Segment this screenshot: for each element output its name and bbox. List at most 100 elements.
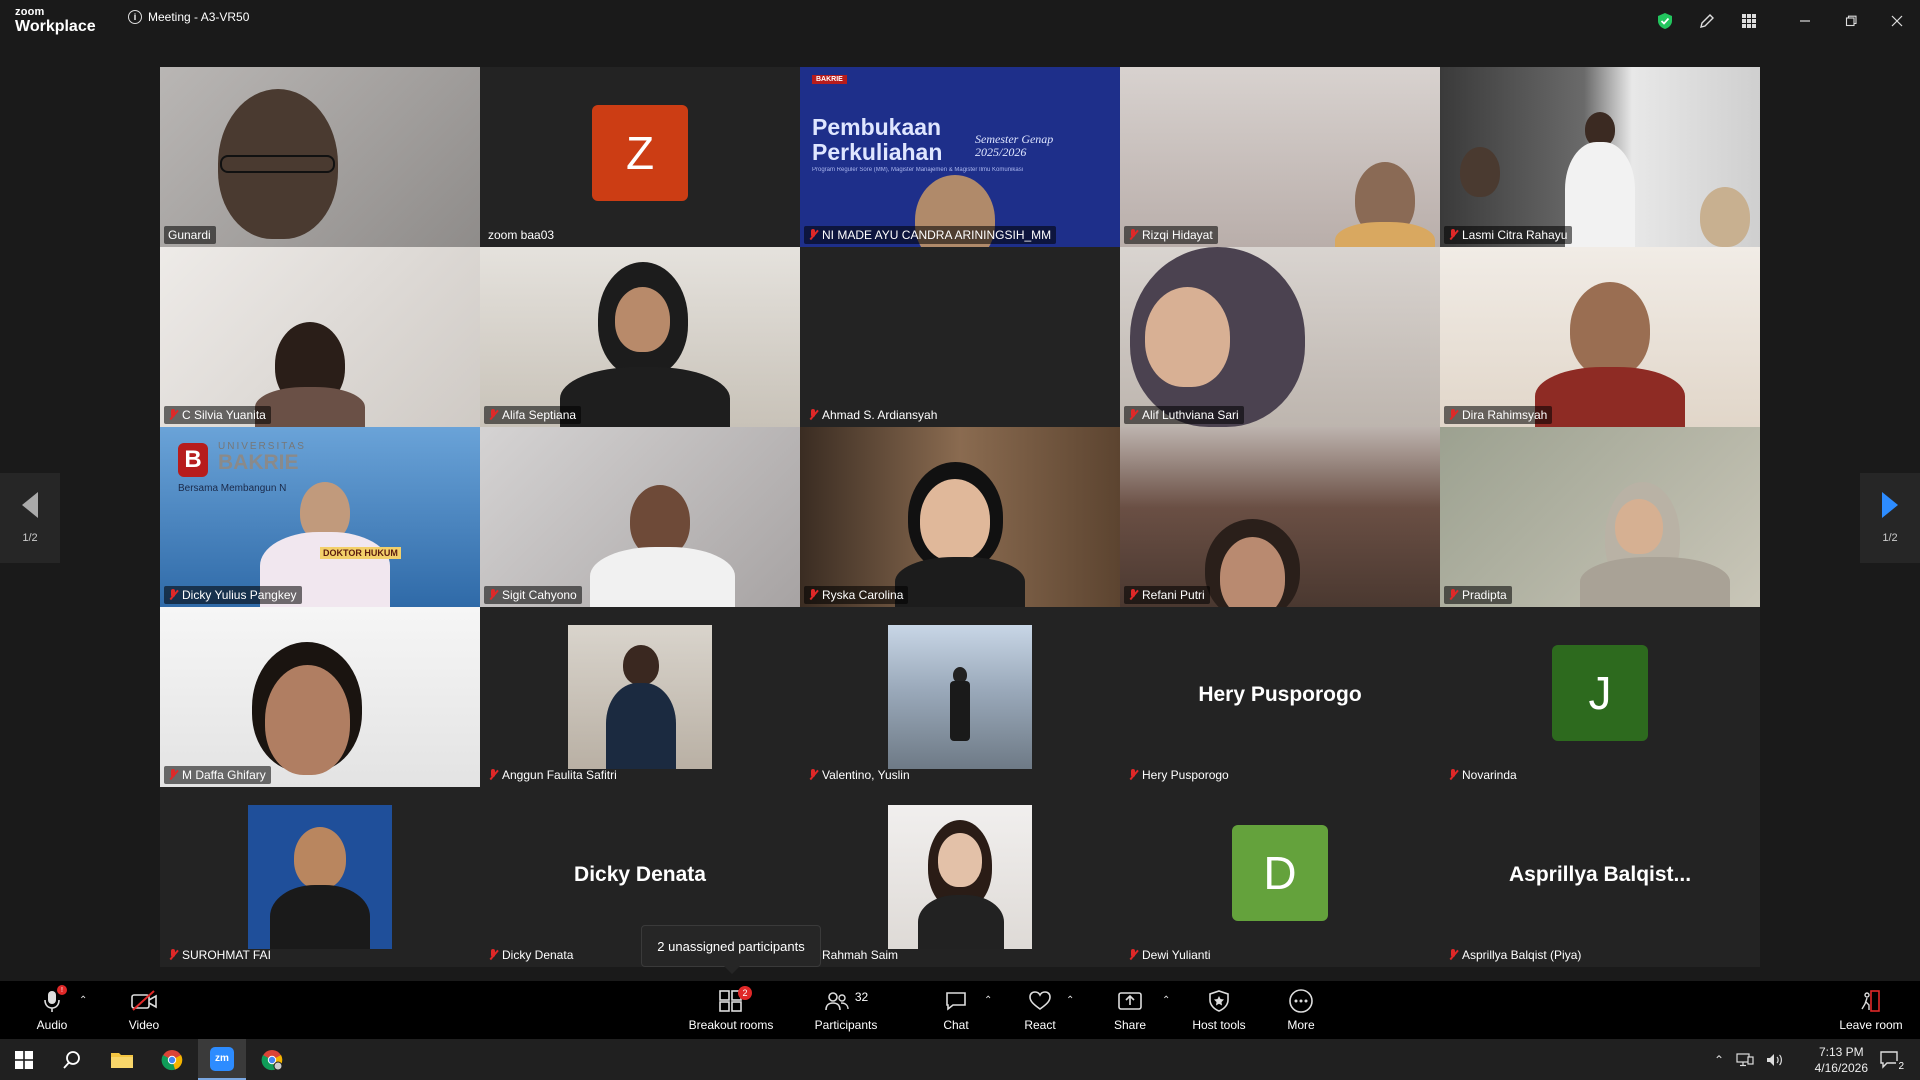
camera-feed	[480, 427, 800, 607]
participant-name-tag: Valentino, Yuslin	[804, 766, 915, 784]
banner-motto: Bersama Membangun N	[178, 483, 287, 494]
audio-options-caret[interactable]: ⌃	[79, 995, 87, 1006]
participant-tile[interactable]: Rizqi Hidayat	[1120, 67, 1440, 247]
participant-tile[interactable]: BAKRIE Pembukaan Perkuliahan Semester Ge…	[800, 67, 1120, 247]
video-gallery: Gunardi Z zoom baa03 BAKRIE Pembukaan Pe…	[160, 67, 1760, 967]
participant-tile[interactable]: Anggun Faulita Safitri	[480, 607, 800, 787]
start-button[interactable]	[0, 1039, 48, 1080]
meeting-info[interactable]: i Meeting - A3-VR50	[128, 10, 249, 24]
participant-name: SUROHMAT FAI	[182, 948, 271, 962]
network-icon[interactable]	[1736, 1052, 1754, 1067]
participant-tile[interactable]: Dira Rahimsyah	[1440, 247, 1760, 427]
virtual-background: B UNIVERSITAS BAKRIE Bersama Membangun N…	[160, 427, 480, 607]
chevron-up-icon[interactable]: ⌃	[1714, 1053, 1724, 1067]
audio-button[interactable]: ! Audio	[30, 981, 74, 1039]
participant-tile[interactable]: B UNIVERSITAS BAKRIE Bersama Membangun N…	[160, 427, 480, 607]
mic-muted-icon	[488, 589, 498, 601]
participants-button[interactable]: 32 Participants	[813, 981, 879, 1039]
mic-muted-icon	[1128, 949, 1138, 961]
participant-name-tag: M Daffa Ghifary	[164, 766, 271, 784]
zoom-taskbar-button[interactable]: zm	[198, 1039, 246, 1080]
breakout-rooms-button[interactable]: 2 Breakout rooms	[687, 981, 775, 1039]
next-page-button[interactable]: 1/2	[1860, 473, 1920, 563]
more-button[interactable]: More	[1283, 981, 1319, 1039]
arrow-right-icon	[1882, 492, 1898, 518]
restore-button[interactable]	[1828, 0, 1874, 42]
participant-name: Pradipta	[1462, 588, 1507, 602]
video-off-icon	[130, 988, 158, 1014]
chrome-icon	[261, 1049, 283, 1070]
host-shield-icon	[1208, 988, 1230, 1014]
participant-tile[interactable]: Asprillya Balqist... Asprillya Balqist (…	[1440, 787, 1760, 967]
slide-brand: BAKRIE	[812, 75, 847, 84]
notifications-button[interactable]: 2	[1868, 1039, 1912, 1080]
participant-tile[interactable]: C Silvia Yuanita	[160, 247, 480, 427]
participant-tile[interactable]: Lasmi Citra Rahayu	[1440, 67, 1760, 247]
leave-room-button[interactable]: Leave room	[1838, 981, 1904, 1039]
participant-tile[interactable]: Pradipta	[1440, 427, 1760, 607]
chrome-button[interactable]	[148, 1039, 196, 1080]
participant-tile[interactable]: D Dewi Yulianti	[1120, 787, 1440, 967]
mic-muted-icon	[1448, 769, 1458, 781]
participant-tile[interactable]: Z zoom baa03	[480, 67, 800, 247]
participant-name: Valentino, Yuslin	[822, 768, 910, 782]
banner-sign: DOKTOR HUKUM	[320, 547, 401, 559]
participant-tile[interactable]: Rahmah Saim	[800, 787, 1120, 967]
previous-page-button[interactable]: 1/2	[0, 473, 60, 563]
audio-alert-badge: !	[57, 985, 67, 995]
search-button[interactable]	[48, 1039, 96, 1080]
chrome-profile-button[interactable]	[248, 1039, 296, 1080]
participant-tile[interactable]: Alif Luthviana Sari	[1120, 247, 1440, 427]
close-button[interactable]	[1874, 0, 1920, 42]
participant-name-tag: Dira Rahimsyah	[1444, 406, 1553, 424]
participant-tile[interactable]: Ryska Carolina	[800, 427, 1120, 607]
file-explorer-button[interactable]	[98, 1039, 146, 1080]
participant-tile[interactable]: Alifa Septiana	[480, 247, 800, 427]
react-options-caret[interactable]: ⌃	[1066, 995, 1074, 1006]
volume-icon[interactable]	[1766, 1053, 1784, 1067]
mic-muted-icon	[168, 769, 178, 781]
participant-tile[interactable]: Gunardi	[160, 67, 480, 247]
participant-name-tag: Lasmi Citra Rahayu	[1444, 226, 1573, 244]
participant-display-name: Dicky Denata	[574, 863, 706, 886]
share-button[interactable]: Share	[1112, 981, 1148, 1039]
participant-tile[interactable]: Ahmad S. Ardiansyah	[800, 247, 1120, 427]
react-button[interactable]: React	[1022, 981, 1058, 1039]
participant-tile[interactable]: Sigit Cahyono	[480, 427, 800, 607]
folder-icon	[111, 1052, 133, 1068]
logo-top: zoom	[15, 6, 45, 18]
participant-name: Ahmad S. Ardiansyah	[822, 408, 938, 422]
chat-label: Chat	[943, 1018, 969, 1032]
participant-tile[interactable]: Valentino, Yuslin	[800, 607, 1120, 787]
taskbar-clock[interactable]: 7:13 PM 4/16/2026	[1815, 1044, 1868, 1076]
participant-name-tag: Ryska Carolina	[804, 586, 909, 604]
mic-muted-icon	[168, 409, 178, 421]
windows-taskbar: zm ⌃ 7:13 PM 4/16/2026 2	[0, 1039, 1920, 1080]
participant-tile[interactable]: Refani Putri	[1120, 427, 1440, 607]
clock-date: 4/16/2026	[1814, 1061, 1868, 1075]
shield-icon[interactable]	[1644, 0, 1686, 42]
pencil-icon[interactable]	[1686, 0, 1728, 42]
video-button[interactable]: Video	[124, 981, 164, 1039]
chat-options-caret[interactable]: ⌃	[984, 995, 992, 1006]
participant-name: Dira Rahimsyah	[1462, 408, 1548, 422]
participant-name-tag: Hery Pusporogo	[1124, 766, 1234, 784]
mic-muted-icon	[1448, 409, 1458, 421]
search-icon	[63, 1050, 80, 1069]
participant-tile[interactable]: SUROHMAT FAI	[160, 787, 480, 967]
participant-name-tag: Anggun Faulita Safitri	[484, 766, 622, 784]
share-options-caret[interactable]: ⌃	[1162, 995, 1170, 1006]
profile-photo	[248, 805, 392, 949]
apps-grid-icon[interactable]	[1728, 0, 1770, 42]
mic-muted-icon	[1128, 409, 1138, 421]
host-tools-button[interactable]: Host tools	[1191, 981, 1247, 1039]
participant-tile[interactable]: J Novarinda	[1440, 607, 1760, 787]
logo-bottom: Workplace	[15, 18, 96, 35]
participant-tile[interactable]: M Daffa Ghifary	[160, 607, 480, 787]
shared-slide: BAKRIE Pembukaan Perkuliahan Semester Ge…	[800, 67, 1120, 247]
minimize-button[interactable]	[1782, 0, 1828, 42]
participant-name: Dicky Denata	[502, 948, 574, 962]
slide-tagline: Program Reguler Sore (MM), Magister Mana…	[812, 167, 1024, 173]
chat-button[interactable]: Chat	[938, 981, 974, 1039]
participant-tile[interactable]: Hery Pusporogo Hery Pusporogo	[1120, 607, 1440, 787]
